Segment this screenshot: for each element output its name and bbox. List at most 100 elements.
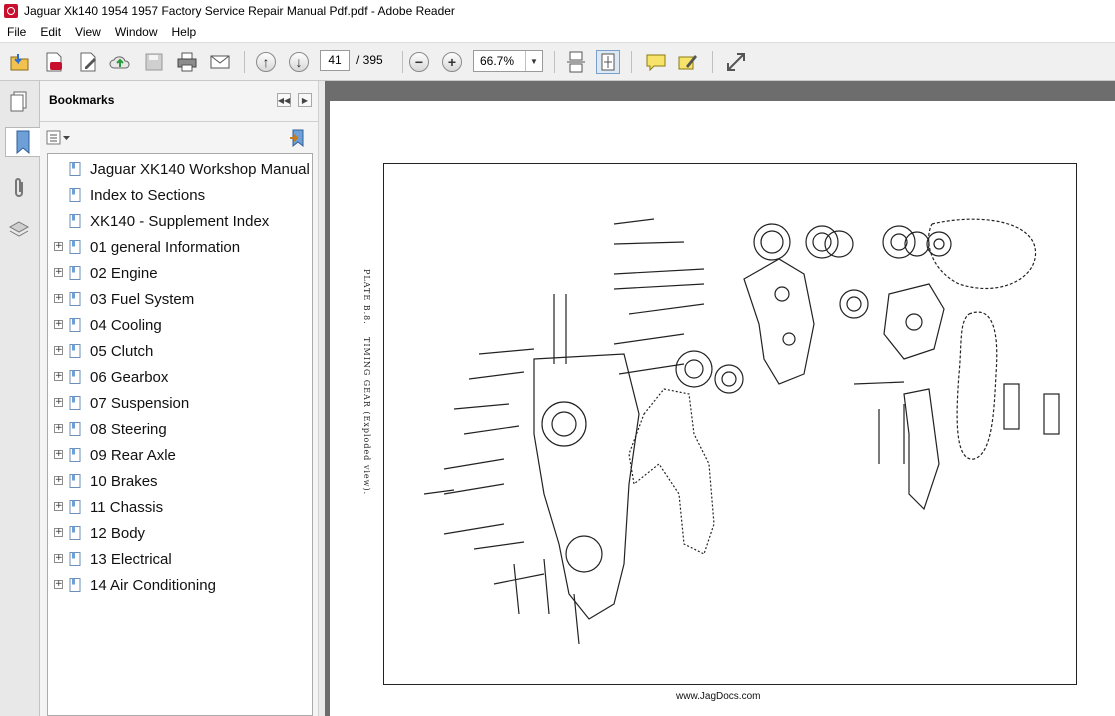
bookmark-item[interactable]: + 01 general Information [48,235,312,261]
bookmark-item[interactable]: + 07 Suspension [48,391,312,417]
expand-plus-icon[interactable]: + [54,424,63,433]
edit-button[interactable] [76,50,100,74]
expand-plus-icon[interactable]: + [54,372,63,381]
upload-button[interactable] [108,50,132,74]
bookmark-page-icon [69,292,81,306]
comment-button[interactable] [644,50,668,74]
fit-page-icon [601,53,615,71]
bookmarks-tab-button[interactable] [5,127,40,157]
bookmark-item[interactable]: + 12 Body [48,521,312,547]
bookmark-label: 05 Clutch [90,343,154,360]
layers-button[interactable] [5,215,33,245]
bookmark-ribbon-icon [16,130,30,154]
expand-plus-icon[interactable]: + [54,294,63,303]
toolbar: ↑ ↓ − + [0,42,1115,81]
expand-plus-icon[interactable]: + [54,346,63,355]
open-button[interactable] [8,50,32,74]
bookmark-page-icon [69,344,81,358]
scrolling-mode-button[interactable] [564,50,588,74]
save-disk-icon [145,53,163,71]
options-list-icon [46,130,70,145]
expand-plus-icon[interactable]: + [54,242,63,251]
menu-view[interactable]: View [68,22,108,42]
bookmark-label: 02 Engine [90,265,158,282]
layers-icon [8,221,30,237]
bookmark-arrow-icon [290,129,304,148]
minus-icon: − [409,52,429,72]
bookmark-page-icon [69,500,81,514]
print-button[interactable] [175,50,199,74]
expand-plus-icon[interactable]: + [54,268,63,277]
bookmark-page-icon [69,162,81,176]
bookmark-item[interactable]: + 08 Steering [48,417,312,443]
highlight-button[interactable] [676,50,700,74]
zoom-out-button[interactable]: − [407,50,431,74]
zoom-select[interactable]: 66.7% ▼ [473,50,543,72]
bookmark-options-button[interactable] [46,130,72,146]
expand-plus-icon[interactable]: + [54,528,63,537]
bookmark-item[interactable]: + 02 Engine [48,261,312,287]
full-screen-button[interactable] [724,50,748,74]
open-folder-icon [10,54,29,71]
expand-bookmark-button[interactable] [288,128,308,148]
expand-plus-icon[interactable]: + [54,476,63,485]
bookmark-item[interactable]: + 10 Brakes [48,469,312,495]
bookmark-page-icon [69,448,81,462]
page-thumbnails-icon [10,91,27,112]
bookmark-page-icon [69,370,81,384]
bookmarks-panel: Bookmarks ◀◀ ▶ Jaguar XK140 Workshop Man… [40,81,318,716]
bookmark-item[interactable]: + 13 Electrical [48,547,312,573]
collapse-panel-button[interactable]: ◀◀ [277,93,291,107]
document-view[interactable]: PLATE B.8. TIMING GEAR (Exploded view). … [325,81,1115,716]
bookmark-item[interactable]: + 14 Air Conditioning [48,573,312,599]
previous-page-button[interactable]: ↑ [254,50,278,74]
bookmarks-tree: Jaguar XK140 Workshop Manual Index to Se… [47,153,313,716]
menu-edit[interactable]: Edit [33,22,68,42]
create-pdf-button[interactable] [42,50,66,74]
expand-plus-icon[interactable]: + [54,554,63,563]
next-page-button[interactable]: ↓ [287,50,311,74]
chevron-down-icon[interactable]: ▼ [525,51,542,71]
bookmark-item[interactable]: + 05 Clutch [48,339,312,365]
bookmark-item[interactable]: + 04 Cooling [48,313,312,339]
panel-options-button[interactable]: ▶ [298,93,312,107]
menu-help[interactable]: Help [165,22,204,42]
save-button[interactable] [142,50,166,74]
bookmark-page-icon [69,396,81,410]
bookmark-label: 09 Rear Axle [90,447,176,464]
toolbar-separator [244,51,245,73]
bookmark-label: 12 Body [90,525,146,542]
page-thumbnails-button[interactable] [5,87,33,117]
bookmark-item[interactable]: + 06 Gearbox [48,365,312,391]
bookmark-page-icon [69,188,81,202]
expand-plus-icon[interactable]: + [54,580,63,589]
expand-plus-icon[interactable]: + [54,320,63,329]
bookmark-item[interactable]: + 03 Fuel System [48,287,312,313]
chevron-right-icon: ▶ [301,95,309,105]
expand-plus-icon[interactable]: + [54,502,63,511]
bookmark-item[interactable]: + 11 Chassis [48,495,312,521]
figure-caption: TIMING GEAR (Exploded view). [362,337,371,496]
bookmark-label: 03 Fuel System [90,291,195,308]
speech-bubble-icon [646,54,666,72]
menu-window[interactable]: Window [108,22,165,42]
bookmark-page-icon [69,474,81,488]
expand-plus-icon[interactable]: + [54,398,63,407]
timing-gear-exploded-drawing [423,218,1060,645]
expand-plus-icon[interactable]: + [54,450,63,459]
bookmark-item[interactable]: Index to Sections [48,183,312,209]
bookmark-label: 13 Electrical [90,551,172,568]
bookmark-page-icon [69,578,81,592]
panel-splitter[interactable] [318,81,325,716]
menu-file[interactable]: File [0,22,33,42]
bookmark-item[interactable]: XK140 - Supplement Index [48,209,312,235]
navigation-pane [0,81,40,716]
footer-url: www.JagDocs.com [676,691,761,702]
bookmark-item[interactable]: + 09 Rear Axle [48,443,312,469]
email-button[interactable] [208,50,232,74]
page-number-input[interactable]: 41 [320,50,350,71]
attachments-button[interactable] [5,173,33,203]
bookmark-item[interactable]: Jaguar XK140 Workshop Manual [48,157,312,183]
zoom-in-button[interactable]: + [440,50,464,74]
fit-page-button[interactable] [596,50,620,74]
